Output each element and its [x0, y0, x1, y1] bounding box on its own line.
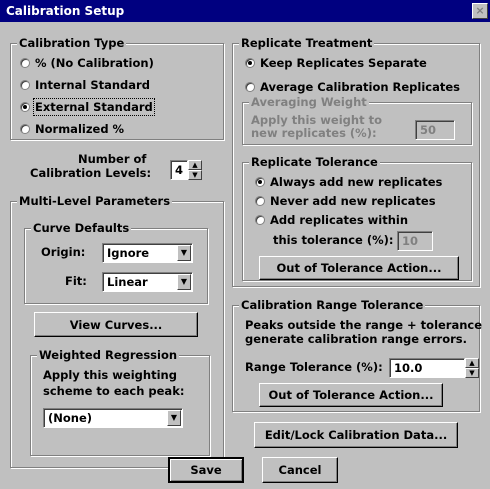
origin-value: Ignore [107, 246, 150, 260]
radio-button-icon [20, 80, 30, 90]
calibration-type-group: Calibration Type % (No Calibration) Inte… [10, 36, 224, 140]
close-icon[interactable]: × [472, 3, 488, 19]
range-tolerance-legend: Calibration Range Tolerance [239, 298, 426, 312]
fit-select[interactable]: Linear ▼ [102, 272, 193, 292]
spin-down-icon[interactable]: ▼ [188, 170, 202, 180]
radio-always-add[interactable]: Always add new replicates [255, 175, 442, 189]
radio-label: Internal Standard [35, 78, 150, 92]
edit-lock-calibration-button[interactable]: Edit/Lock Calibration Data... [254, 422, 458, 448]
cancel-button[interactable]: Cancel [262, 457, 338, 483]
averaging-weight-group: Averaging Weight Apply this weight to ne… [242, 95, 472, 145]
weighted-regression-legend: Weighted Regression [37, 348, 180, 362]
radio-label: Normalized % [35, 122, 125, 136]
origin-label: Origin: [41, 245, 86, 259]
fit-label: Fit: [65, 274, 87, 288]
range-tolerance-group: Calibration Range Tolerance Peaks outsid… [232, 298, 483, 412]
radio-label: Add replicates within [270, 213, 409, 227]
window-title: Calibration Setup [6, 4, 125, 18]
radio-add-within[interactable]: Add replicates within [255, 213, 408, 227]
fit-value: Linear [107, 275, 148, 289]
range-tolerance-label: Range Tolerance (%): [245, 360, 383, 374]
radio-button-icon [20, 124, 30, 134]
radio-external-standard[interactable]: External Standard [20, 98, 155, 116]
radio-button-icon [20, 58, 30, 68]
radio-label: % (No Calibration) [35, 56, 154, 70]
radio-button-selected-icon [20, 102, 30, 112]
weighted-regression-group: Weighted Regression Apply this weighting… [30, 348, 210, 456]
averaging-weight-input[interactable]: 50 [415, 120, 455, 140]
weighted-desc-line2: scheme to each peak: [43, 384, 185, 398]
averaging-weight-desc-line1: Apply this weight to [251, 113, 382, 127]
radio-label: Keep Replicates Separate [260, 56, 427, 70]
radio-no-calibration[interactable]: % (No Calibration) [20, 56, 154, 70]
weighting-scheme-select[interactable]: (None) ▼ [43, 408, 183, 428]
weighting-scheme-value: (None) [48, 411, 93, 425]
radio-button-selected-icon [245, 58, 255, 68]
radio-label: Never add new replicates [270, 194, 436, 208]
radio-label: Always add new replicates [270, 175, 443, 189]
levels-label-line1: Number of [78, 152, 147, 166]
range-tolerance-input[interactable]: 10.0 [389, 358, 465, 378]
chevron-down-icon[interactable]: ▼ [177, 274, 191, 290]
save-button[interactable]: Save [168, 457, 244, 483]
curve-defaults-group: Curve Defaults Origin: Ignore ▼ Fit: Lin… [24, 221, 208, 304]
radio-button-icon [245, 82, 255, 92]
spin-up-icon[interactable]: ▲ [188, 160, 202, 170]
spin-up-icon[interactable]: ▲ [465, 358, 479, 368]
radio-keep-replicates-separate[interactable]: Keep Replicates Separate [245, 56, 427, 70]
curve-defaults-legend: Curve Defaults [31, 221, 132, 235]
radio-label: Average Calibration Replicates [260, 80, 461, 94]
levels-input[interactable]: 4 [170, 160, 188, 180]
multi-level-legend: Multi-Level Parameters [17, 194, 173, 208]
calibration-type-legend: Calibration Type [17, 36, 127, 50]
range-desc-line1: Peaks outside the range + tolerance [245, 318, 483, 332]
radio-never-add[interactable]: Never add new replicates [255, 194, 436, 208]
tolerance-input[interactable]: 10 [397, 231, 433, 251]
weighted-desc-line1: Apply this weighting [43, 368, 177, 382]
replicate-out-of-tolerance-button[interactable]: Out of Tolerance Action... [259, 256, 459, 280]
levels-label-line2: Calibration Levels: [30, 166, 152, 180]
range-out-of-tolerance-button[interactable]: Out of Tolerance Action... [259, 383, 443, 407]
range-desc-line2: generate calibration range errors. [245, 332, 467, 346]
radio-average-replicates[interactable]: Average Calibration Replicates [245, 80, 460, 94]
averaging-weight-legend: Averaging Weight [249, 95, 369, 109]
view-curves-button[interactable]: View Curves... [34, 312, 198, 337]
replicate-treatment-legend: Replicate Treatment [239, 36, 375, 50]
radio-internal-standard[interactable]: Internal Standard [20, 78, 150, 92]
chevron-down-icon[interactable]: ▼ [167, 410, 181, 426]
averaging-weight-desc-line2: new replicates (%): [251, 126, 377, 140]
replicate-tolerance-legend: Replicate Tolerance [249, 155, 380, 169]
radio-button-icon [255, 196, 265, 206]
origin-select[interactable]: Ignore ▼ [102, 243, 193, 263]
title-bar: Calibration Setup × [0, 0, 490, 22]
levels-spinner[interactable]: ▲ ▼ [188, 160, 202, 180]
radio-button-selected-icon [255, 177, 265, 187]
range-tolerance-spinner[interactable]: ▲ ▼ [465, 358, 479, 378]
replicate-tolerance-group: Replicate Tolerance Always add new repli… [242, 155, 472, 281]
chevron-down-icon[interactable]: ▼ [177, 245, 191, 261]
spin-down-icon[interactable]: ▼ [465, 368, 479, 378]
radio-normalized[interactable]: Normalized % [20, 122, 124, 136]
radio-label: External Standard [33, 98, 155, 116]
radio-button-icon [255, 215, 265, 225]
tolerance-label: this tolerance (%): [273, 233, 394, 247]
